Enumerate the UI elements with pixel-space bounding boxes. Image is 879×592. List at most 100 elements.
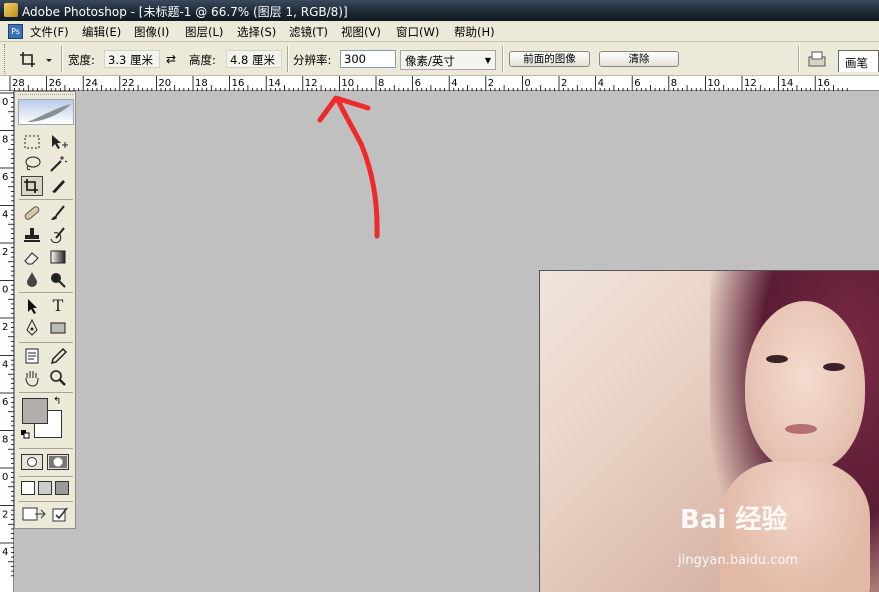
ruler-label: 14 — [268, 78, 281, 89]
default-colors-icon[interactable] — [21, 430, 30, 439]
horizontal-ruler[interactable]: 28 26 24 22 20 18 16 14 12 10 8 6 4 2 0 2 4 6 8 10 12 14 16 — [0, 76, 879, 91]
menu-help[interactable]: 帮助(H) — [454, 24, 495, 40]
crop-tool-preset-picker[interactable] — [18, 50, 56, 70]
magic-wand-icon — [50, 156, 68, 172]
separator — [61, 46, 63, 72]
ruler-label: 14 — [781, 78, 794, 89]
crop-tool[interactable] — [21, 176, 43, 196]
window-title: Adobe Photoshop - [未标题-1 @ 66.7% (图层 1, … — [22, 5, 348, 19]
menu-image[interactable]: 图像(I) — [134, 24, 169, 40]
slice-tool[interactable] — [47, 176, 69, 196]
standard-screen-mode-button[interactable] — [21, 481, 35, 495]
pen-icon — [26, 318, 38, 336]
swap-colors-icon[interactable]: ↰ — [53, 396, 61, 407]
height-label: 高度: — [189, 53, 216, 67]
resolution-field[interactable]: 300 — [340, 50, 396, 68]
type-t-icon: T — [52, 296, 64, 315]
dodge-tool[interactable] — [47, 269, 69, 289]
ruler-label: 4 — [2, 547, 8, 558]
marquee-icon — [24, 135, 40, 149]
baidu-watermark-url: jingyan.baidu.com — [678, 553, 798, 568]
default-colors-glyph — [21, 430, 30, 439]
hand-tool[interactable] — [21, 368, 43, 388]
marquee-tool[interactable] — [21, 132, 43, 152]
hand-icon — [25, 371, 39, 387]
rectangle-tool[interactable] — [47, 318, 69, 338]
brush-palette-tab[interactable]: 画笔 — [838, 50, 879, 72]
ruler-label: 6 — [415, 78, 421, 89]
clear-button[interactable]: 清除 — [599, 51, 679, 67]
move-tool[interactable] — [47, 132, 69, 152]
menu-layer[interactable]: 图层(L) — [185, 24, 223, 40]
eyedropper-tool[interactable] — [47, 346, 69, 366]
resolution-label: 分辨率: — [293, 53, 332, 67]
edit-in-imageready-button[interactable] — [51, 505, 69, 523]
ruler-label: 8 — [2, 135, 8, 146]
full-screen-mode-button[interactable] — [55, 481, 69, 495]
history-brush-icon — [50, 227, 65, 244]
title-bar: Adobe Photoshop - [未标题-1 @ 66.7% (图层 1, … — [0, 0, 879, 21]
stamp-icon — [24, 228, 40, 242]
ruler-label: 0 — [2, 285, 8, 296]
standard-mode-button[interactable] — [21, 454, 43, 470]
width-field[interactable]: 3.3 厘米 — [104, 50, 160, 68]
menu-window[interactable]: 窗口(W) — [396, 24, 439, 40]
height-field[interactable]: 4.8 厘米 — [226, 50, 282, 68]
full-screen-menu-mode-button[interactable] — [38, 481, 52, 495]
separator — [19, 448, 73, 449]
eraser-icon — [24, 252, 39, 265]
ruler-label: 6 — [2, 397, 8, 408]
ruler-label: 22 — [122, 78, 135, 89]
notes-tool[interactable] — [21, 346, 43, 366]
photo-eye-left — [766, 355, 788, 363]
swap-dimensions-icon[interactable]: ⇄ — [166, 52, 176, 66]
ruler-label: 26 — [49, 78, 62, 89]
eraser-tool[interactable] — [21, 247, 43, 267]
feather-icon — [27, 104, 71, 122]
toolbox-grip[interactable] — [18, 94, 73, 97]
baidu-watermark: Bai 经验 — [680, 505, 788, 535]
menu-edit[interactable]: 编辑(E) — [82, 24, 121, 40]
menu-file[interactable]: 文件(F) — [30, 24, 69, 40]
separator — [502, 46, 504, 72]
photo-lips — [785, 424, 817, 434]
menu-select[interactable]: 选择(S) — [237, 24, 276, 40]
separator — [19, 501, 73, 502]
menu-filter[interactable]: 滤镜(T) — [289, 24, 328, 40]
options-bar-grip[interactable] — [4, 44, 8, 74]
brush-icon — [51, 205, 65, 220]
separator — [287, 46, 289, 72]
gradient-tool[interactable] — [47, 247, 69, 267]
document-image[interactable]: Bai 经验 jingyan.baidu.com — [539, 270, 879, 592]
quick-mask-mode-button[interactable] — [47, 454, 69, 470]
type-tool[interactable]: T — [47, 296, 69, 316]
imageready-icon — [22, 507, 46, 521]
blur-tool[interactable] — [21, 269, 43, 289]
crop-icon — [20, 52, 52, 67]
file-browser-button[interactable] — [806, 49, 828, 69]
menu-view[interactable]: 视图(V) — [341, 24, 381, 40]
resolution-unit-select[interactable]: 像素/英寸 ▼ — [400, 50, 496, 70]
jump-to-imageready-button[interactable] — [21, 505, 47, 523]
foreground-color-swatch[interactable] — [22, 398, 48, 424]
healing-brush-tool[interactable] — [21, 203, 43, 223]
crop-tool-icon — [24, 179, 38, 193]
standard-mode-icon — [27, 457, 37, 467]
vertical-ruler[interactable]: 0 8 6 4 2 0 2 4 6 8 0 2 4 — [0, 91, 14, 592]
adobe-feather-logo[interactable] — [18, 99, 74, 125]
lasso-tool[interactable] — [21, 154, 43, 174]
ruler-label: 6 — [2, 172, 8, 183]
history-brush-tool[interactable] — [47, 225, 69, 245]
brush-tool[interactable] — [47, 203, 69, 223]
note-icon — [25, 348, 39, 364]
clone-stamp-tool[interactable] — [21, 225, 43, 245]
magic-wand-tool[interactable] — [47, 154, 69, 174]
ruler-label: 2 — [488, 78, 494, 89]
pen-tool[interactable] — [21, 318, 43, 338]
photoshop-menu-icon[interactable]: Ps — [8, 24, 23, 39]
zoom-tool[interactable] — [47, 368, 69, 388]
path-selection-tool[interactable] — [21, 296, 43, 316]
front-image-button[interactable]: 前面的图像 — [509, 51, 590, 67]
ruler-label: 24 — [85, 78, 98, 89]
checkbox-pen-icon — [52, 507, 68, 522]
